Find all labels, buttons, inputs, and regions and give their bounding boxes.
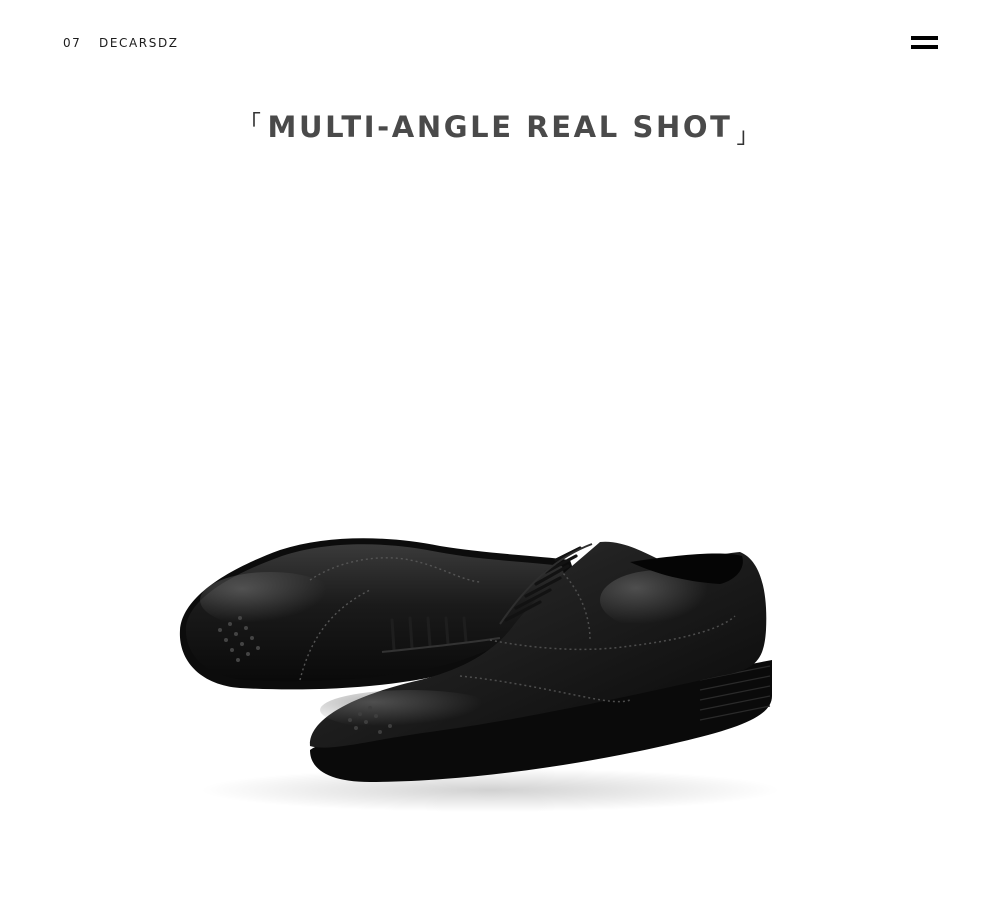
title-bracket-open: 「 — [238, 112, 264, 137]
section-title: 「MULTI-ANGLE REAL SHOT」 — [0, 110, 1000, 149]
shoe-pair-image — [179, 538, 780, 812]
menu-bar-top — [911, 36, 938, 40]
page-number: 07 — [63, 36, 82, 50]
section-title-text: MULTI-ANGLE REAL SHOT — [267, 110, 733, 144]
hamburger-menu-icon[interactable] — [911, 35, 938, 51]
title-bracket-close: 」 — [736, 124, 762, 149]
menu-bar-bottom — [911, 45, 938, 49]
top-bar: 07 DECARSDZ — [0, 0, 1000, 90]
brand-name[interactable]: DECARSDZ — [99, 36, 179, 50]
